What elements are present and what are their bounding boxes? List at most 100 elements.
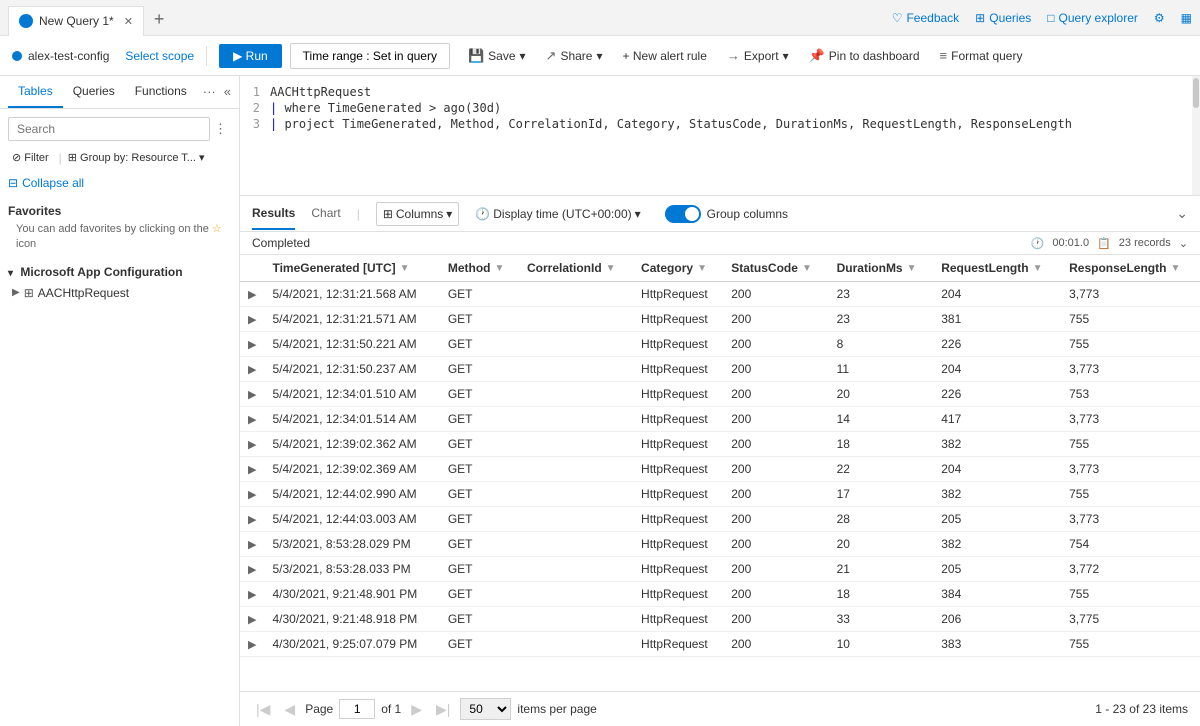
query-editor[interactable]: 1 AACHttpRequest 2 | where TimeGenerated… <box>240 76 1200 196</box>
editor-scrollbar[interactable] <box>1192 76 1200 195</box>
duration-filter-icon[interactable]: ▼ <box>907 263 917 274</box>
col-header-time: TimeGenerated [UTC] ▼ <box>264 255 439 282</box>
row-expand-icon[interactable]: ▶ <box>248 314 256 326</box>
table-row: ▶ 5/4/2021, 12:39:02.362 AM GET HttpRequ… <box>240 432 1200 457</box>
sidebar-tabs: Tables Queries Functions ··· « <box>0 76 239 109</box>
favorites-title: Favorites <box>8 204 231 218</box>
cell-time: 5/3/2021, 8:53:28.033 PM <box>264 557 439 582</box>
category-filter-icon[interactable]: ▼ <box>697 263 707 274</box>
sidebar-tab-tables[interactable]: Tables <box>8 76 63 108</box>
correlation-filter-icon[interactable]: ▼ <box>606 263 616 274</box>
layout-icon[interactable]: ▦ <box>1181 11 1192 25</box>
responselen-filter-icon[interactable]: ▼ <box>1170 263 1180 274</box>
cell-requestlen: 382 <box>933 432 1061 457</box>
line-content-3: | project TimeGenerated, Method, Correla… <box>270 117 1072 131</box>
row-expand-icon[interactable]: ▶ <box>248 389 256 401</box>
prev-page-button[interactable]: ◀ <box>280 699 299 720</box>
share-button[interactable]: ↗ Share ▾ <box>540 44 609 68</box>
collapse-all-button[interactable]: ⊟ Collapse all <box>0 170 239 196</box>
cell-category: HttpRequest <box>633 382 723 407</box>
row-expand-icon[interactable]: ▶ <box>248 339 256 351</box>
cell-correlation <box>519 607 633 632</box>
queries-button[interactable]: ⊞ Queries <box>975 11 1031 25</box>
columns-chevron-icon: ▾ <box>446 207 452 221</box>
title-bar-right: ♡ Feedback ⊞ Queries □ Query explorer ⚙ … <box>892 11 1192 25</box>
method-filter-icon[interactable]: ▼ <box>495 263 505 274</box>
last-page-button[interactable]: ▶| <box>432 699 454 720</box>
per-page-select[interactable]: 50 100 200 <box>460 698 511 720</box>
select-scope-button[interactable]: Select scope <box>125 49 194 63</box>
sidebar-tabs-more-button[interactable]: ··· <box>199 76 220 108</box>
row-expand-icon[interactable]: ▶ <box>248 364 256 376</box>
time-range-button[interactable]: Time range : Set in query <box>290 43 450 69</box>
results-tab-chart[interactable]: Chart <box>311 198 340 230</box>
page-input[interactable] <box>339 699 375 719</box>
col-header-method: Method ▼ <box>440 255 519 282</box>
cell-statuscode: 200 <box>723 457 828 482</box>
group-by-button[interactable]: ⊞ Group by: Resource T... ▾ <box>68 151 205 164</box>
run-button[interactable]: ▶ Run <box>219 44 282 68</box>
save-button[interactable]: 💾 Save ▾ <box>462 44 532 68</box>
format-query-button[interactable]: ≡ Format query <box>934 44 1029 67</box>
results-table: TimeGenerated [UTC] ▼ Method ▼ <box>240 255 1200 657</box>
cell-duration: 18 <box>829 582 934 607</box>
filter-button[interactable]: ⊘ Filter <box>8 149 53 166</box>
requestlen-filter-icon[interactable]: ▼ <box>1033 263 1043 274</box>
first-page-button[interactable]: |◀ <box>252 699 274 720</box>
cell-time: 5/4/2021, 12:34:01.514 AM <box>264 407 439 432</box>
row-expand-icon[interactable]: ▶ <box>248 514 256 526</box>
tab-close-button[interactable]: ✕ <box>124 15 133 28</box>
query-tab[interactable]: New Query 1* ✕ <box>8 6 144 36</box>
row-expand-icon[interactable]: ▶ <box>248 539 256 551</box>
settings-icon[interactable]: ⚙ <box>1154 11 1165 25</box>
row-expand-icon[interactable]: ▶ <box>248 414 256 426</box>
results-tab-collapse-icon[interactable]: ⌄ <box>1176 205 1188 222</box>
row-expand-icon[interactable]: ▶ <box>248 289 256 301</box>
cell-method: GET <box>440 582 519 607</box>
row-expand-icon[interactable]: ▶ <box>248 614 256 626</box>
add-tab-button[interactable]: + <box>148 9 171 30</box>
expand-status-icon[interactable]: ⌄ <box>1179 237 1188 250</box>
results-tab-results[interactable]: Results <box>252 198 295 230</box>
tree-item-aachttprequest[interactable]: ▶ ⊞ AACHttpRequest <box>8 283 231 303</box>
sidebar-search-row: ⋮ <box>8 117 231 141</box>
status-filter-icon[interactable]: ▼ <box>802 263 812 274</box>
row-expand-icon[interactable]: ▶ <box>248 589 256 601</box>
cell-statuscode: 200 <box>723 282 828 307</box>
row-expand-icon[interactable]: ▶ <box>248 639 256 651</box>
pin-to-dashboard-button[interactable]: 📌 Pin to dashboard <box>803 44 926 68</box>
cell-method: GET <box>440 382 519 407</box>
cell-requestlen: 204 <box>933 457 1061 482</box>
row-expand-icon[interactable]: ▶ <box>248 489 256 501</box>
display-time-button[interactable]: 🕐 Display time (UTC+00:00) ▾ <box>475 207 640 221</box>
table-row: ▶ 5/4/2021, 12:31:21.571 AM GET HttpRequ… <box>240 307 1200 332</box>
sidebar-tab-functions[interactable]: Functions <box>125 76 197 108</box>
toggle-switch[interactable] <box>665 205 701 223</box>
sidebar-more-button[interactable]: ⋮ <box>210 119 231 139</box>
cell-correlation <box>519 407 633 432</box>
feedback-button[interactable]: ♡ Feedback <box>892 11 959 25</box>
cell-correlation <box>519 382 633 407</box>
search-input[interactable] <box>8 117 210 141</box>
row-expand-icon[interactable]: ▶ <box>248 564 256 576</box>
next-page-button[interactable]: ▶ <box>407 699 426 720</box>
cell-responselen: 755 <box>1061 332 1200 357</box>
cell-time: 5/4/2021, 12:31:50.237 AM <box>264 357 439 382</box>
group-columns-toggle[interactable]: Group columns <box>665 205 788 223</box>
cell-correlation <box>519 357 633 382</box>
table-row: ▶ 4/30/2021, 9:21:48.901 PM GET HttpRequ… <box>240 582 1200 607</box>
cell-time: 5/4/2021, 12:44:03.003 AM <box>264 507 439 532</box>
row-expand-icon[interactable]: ▶ <box>248 464 256 476</box>
table-row: ▶ 5/4/2021, 12:44:03.003 AM GET HttpRequ… <box>240 507 1200 532</box>
columns-button[interactable]: ⊞ Columns ▾ <box>376 202 459 226</box>
save-chevron-icon: ▾ <box>520 49 526 63</box>
export-button[interactable]: → Export ▾ <box>721 44 795 67</box>
query-explorer-button[interactable]: □ Query explorer <box>1047 11 1138 25</box>
time-filter-icon[interactable]: ▼ <box>400 263 410 274</box>
collapse-results-icon: ⌄ <box>1176 205 1188 222</box>
sidebar-collapse-button[interactable]: « <box>220 76 235 108</box>
sidebar-tab-queries[interactable]: Queries <box>63 76 125 108</box>
new-alert-rule-button[interactable]: + New alert rule <box>617 45 713 67</box>
row-expand-icon[interactable]: ▶ <box>248 439 256 451</box>
cell-method: GET <box>440 307 519 332</box>
